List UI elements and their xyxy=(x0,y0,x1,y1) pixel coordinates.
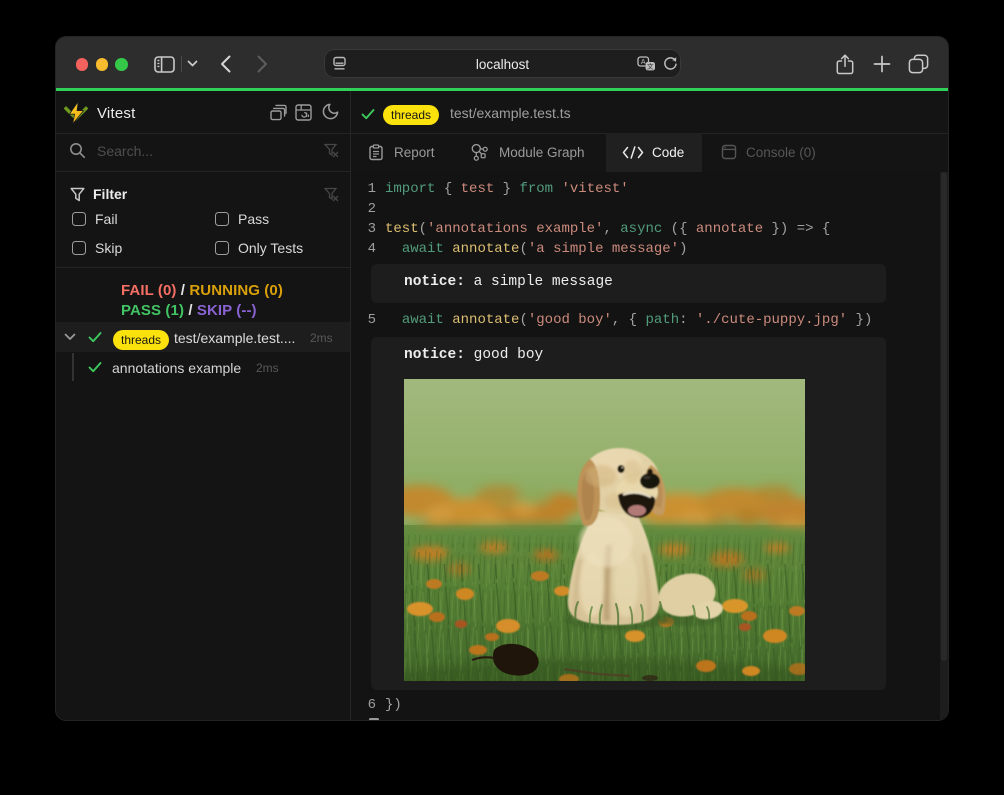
svg-text:文: 文 xyxy=(647,62,654,71)
svg-text:A: A xyxy=(641,59,646,66)
